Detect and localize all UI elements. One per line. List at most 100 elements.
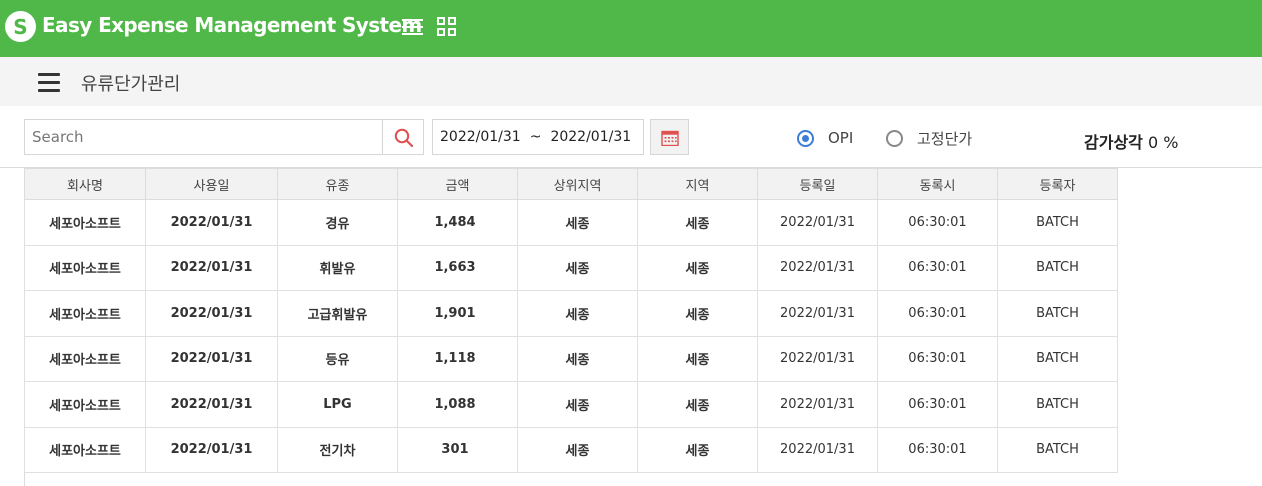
cell-use-date[interactable]: 2022/01/31 [145,199,278,246]
radio-opi-label: OPI [828,129,854,147]
cell-company: 세포아소프트 [24,335,146,382]
column-header-registrant[interactable]: 등록자 [997,168,1118,200]
cell-region: 세종 [637,244,758,291]
cell-reg-date: 2022/01/31 [757,426,878,473]
table-header: 회사명 사용일 유종 금액 상위지역 지역 등록일 동록시 등록자 [24,168,1118,200]
cell-registrant: BATCH [997,381,1118,428]
cell-fuel-type: 전기차 [277,426,398,473]
depreciation-label: 감가상각 [1084,133,1143,152]
header-row: 회사명 사용일 유종 금액 상위지역 지역 등록일 동록시 등록자 [24,168,1118,200]
column-header-company[interactable]: 회사명 [24,168,146,200]
column-header-reg-date[interactable]: 등록일 [757,168,878,200]
depreciation-value: 0 [1147,133,1159,152]
menu-icon[interactable] [402,17,424,37]
date-separator: ~ [529,129,542,145]
cell-registrant: BATCH [997,244,1118,291]
cell-region: 세종 [637,381,758,428]
cell-reg-time: 06:30:01 [877,381,998,428]
table-body: 세포아소프트 2022/01/31 경유 1,484 세종 세종 2022/01… [24,199,1118,473]
radio-fixed-price-label: 고정단가 [917,129,973,148]
page-header: 유류단가관리 [0,57,1262,106]
cell-fuel-type: 휘발유 [277,244,398,291]
cell-upper-region: 세종 [517,199,638,246]
column-header-reg-time[interactable]: 동록시 [877,168,998,200]
cell-reg-date: 2022/01/31 [757,335,878,382]
cell-amount: 1,484 [397,199,518,246]
cell-company: 세포아소프트 [24,426,146,473]
cell-reg-date: 2022/01/31 [757,290,878,337]
cell-reg-time: 06:30:01 [877,290,998,337]
cell-company: 세포아소프트 [24,290,146,337]
cell-registrant: BATCH [997,335,1118,382]
column-header-amount[interactable]: 금액 [397,168,518,200]
cell-amount: 1,118 [397,335,518,382]
cell-registrant: BATCH [997,199,1118,246]
cell-reg-time: 06:30:01 [877,199,998,246]
table-row[interactable]: 세포아소프트 2022/01/31 등유 1,118 세종 세종 2022/01… [24,335,1118,382]
cell-use-date[interactable]: 2022/01/31 [145,381,278,428]
column-header-upper-region[interactable]: 상위지역 [517,168,638,200]
column-header-fuel-type[interactable]: 유종 [277,168,398,200]
hamburger-menu-icon[interactable] [38,72,60,92]
cell-use-date[interactable]: 2022/01/31 [145,244,278,291]
cell-fuel-type: 고급휘발유 [277,290,398,337]
cell-use-date[interactable]: 2022/01/31 [145,426,278,473]
cell-company: 세포아소프트 [24,244,146,291]
cell-use-date[interactable]: 2022/01/31 [145,290,278,337]
fuel-price-table: 회사명 사용일 유종 금액 상위지역 지역 등록일 동록시 등록자 세포아소프트… [24,168,1118,473]
radio-fixed-price[interactable]: 고정단가 [886,126,972,150]
radio-unchecked-icon [886,129,903,147]
search-button[interactable] [382,120,423,154]
table-row[interactable]: 세포아소프트 2022/01/31 고급휘발유 1,901 세종 세종 2022… [24,290,1118,337]
depreciation-display: 감가상각 0 % [1084,129,1178,153]
cell-reg-date: 2022/01/31 [757,244,878,291]
radio-opi[interactable]: OPI [797,126,853,150]
cell-registrant: BATCH [997,426,1118,473]
cell-region: 세종 [637,426,758,473]
column-header-region[interactable]: 지역 [637,168,758,200]
cell-amount: 1,088 [397,381,518,428]
table-row[interactable]: 세포아소프트 2022/01/31 휘발유 1,663 세종 세종 2022/0… [24,244,1118,291]
search-box [24,119,424,155]
date-end: 2022/01/31 [550,129,632,145]
cell-reg-time: 06:30:01 [877,335,998,382]
cell-company: 세포아소프트 [24,199,146,246]
cell-reg-date: 2022/01/31 [757,199,878,246]
page-title: 유류단가관리 [81,74,181,95]
cell-fuel-type: LPG [277,381,398,428]
app-logo: S [5,11,36,42]
date-range-field[interactable]: 2022/01/31 ~ 2022/01/31 [432,119,644,155]
date-start: 2022/01/31 [440,129,521,145]
cell-amount: 1,901 [397,290,518,337]
cell-upper-region: 세종 [517,426,638,473]
calendar-button[interactable] [650,119,689,155]
cell-amount: 1,663 [397,244,518,291]
cell-fuel-type: 등유 [277,335,398,382]
cell-use-date[interactable]: 2022/01/31 [145,335,278,382]
cell-amount: 301 [397,426,518,473]
top-header: S Easy Expense Management System [0,0,1262,57]
table-row[interactable]: 세포아소프트 2022/01/31 LPG 1,088 세종 세종 2022/0… [24,381,1118,428]
cell-upper-region: 세종 [517,290,638,337]
search-icon [394,128,414,148]
depreciation-unit: % [1163,133,1179,152]
table-row[interactable]: 세포아소프트 2022/01/31 전기차 301 세종 세종 2022/01/… [24,426,1118,473]
apps-grid-icon[interactable] [437,17,457,37]
table-row[interactable]: 세포아소프트 2022/01/31 경유 1,484 세종 세종 2022/01… [24,199,1118,246]
cell-region: 세종 [637,290,758,337]
cell-upper-region: 세종 [517,381,638,428]
search-input[interactable] [25,120,383,154]
cell-reg-time: 06:30:01 [877,244,998,291]
cell-reg-date: 2022/01/31 [757,381,878,428]
cell-upper-region: 세종 [517,335,638,382]
cell-reg-time: 06:30:01 [877,426,998,473]
cell-company: 세포아소프트 [24,381,146,428]
table-left-border [24,472,25,486]
app-title: Easy Expense Management System [42,13,422,37]
calendar-icon [661,130,679,146]
radio-checked-icon [797,129,814,147]
cell-registrant: BATCH [997,290,1118,337]
cell-upper-region: 세종 [517,244,638,291]
column-header-use-date[interactable]: 사용일 [145,168,278,200]
cell-fuel-type: 경유 [277,199,398,246]
